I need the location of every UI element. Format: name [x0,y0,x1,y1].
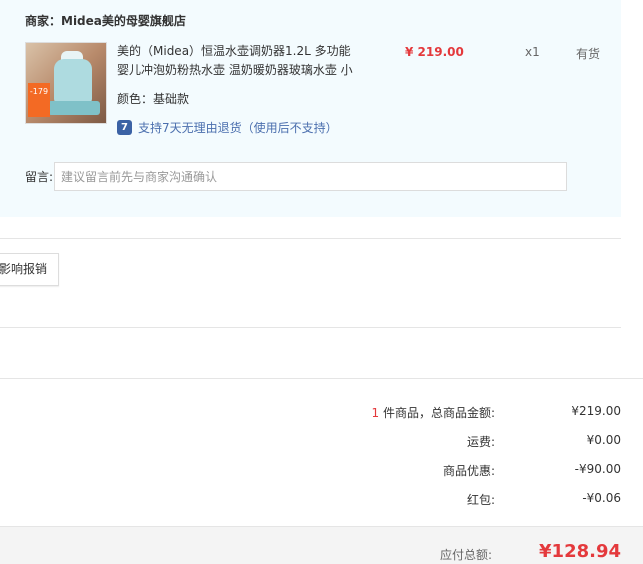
redpacket-label: 红包: [466,493,495,507]
remark-label: 留言: [25,170,54,184]
return-policy-text: 支持7天无理由退货（使用后不支持） [138,121,338,135]
goods-count-label: 件商品，总商品金额: [379,406,495,420]
discount-value: -¥90.00 [574,462,621,476]
redpacket-value: -¥0.06 [582,491,621,505]
seven-day-return-icon: 7 [117,120,132,135]
product-image[interactable]: -179 [25,42,107,124]
divider [0,238,621,239]
product-quantity: x1 [525,45,540,59]
product-price: ¥ 219.00 [405,45,464,59]
product-stock-status: 有货 [576,47,601,61]
product-image-kettle [54,59,92,103]
product-title[interactable]: 美的（Midea）恒温水壶调奶器1.2L 多功能婴儿冲泡奶粉热水壶 温奶暖奶器玻… [117,42,362,80]
total-value: ¥128.94 [539,541,621,562]
goods-count: 1 [371,406,380,420]
product-image-price-tag: -179 [28,83,50,117]
goods-total-value: ¥219.00 [571,404,621,418]
product-image-base [48,101,100,115]
divider [0,327,621,328]
discount-label: 商品优惠: [442,464,495,478]
shipping-value: ¥0.00 [586,433,621,447]
remark-input[interactable] [54,162,567,191]
invoice-button[interactable]: 影响报销 [0,253,59,286]
return-policy[interactable]: 7 支持7天无理由退货（使用后不支持） [117,119,338,136]
total-label: 应付总额: [439,548,492,562]
shop-name[interactable]: 商家：Midea美的母婴旗舰店 [25,12,186,29]
shop-panel: 商家：Midea美的母婴旗舰店 -179 美的（Midea）恒温水壶调奶器1.2… [0,0,621,217]
divider [0,378,643,379]
shipping-label: 运费: [466,435,495,449]
summary-goods-count: 1 件商品，总商品金额: [295,404,496,421]
product-attribute: 颜色：基础款 [117,92,190,106]
